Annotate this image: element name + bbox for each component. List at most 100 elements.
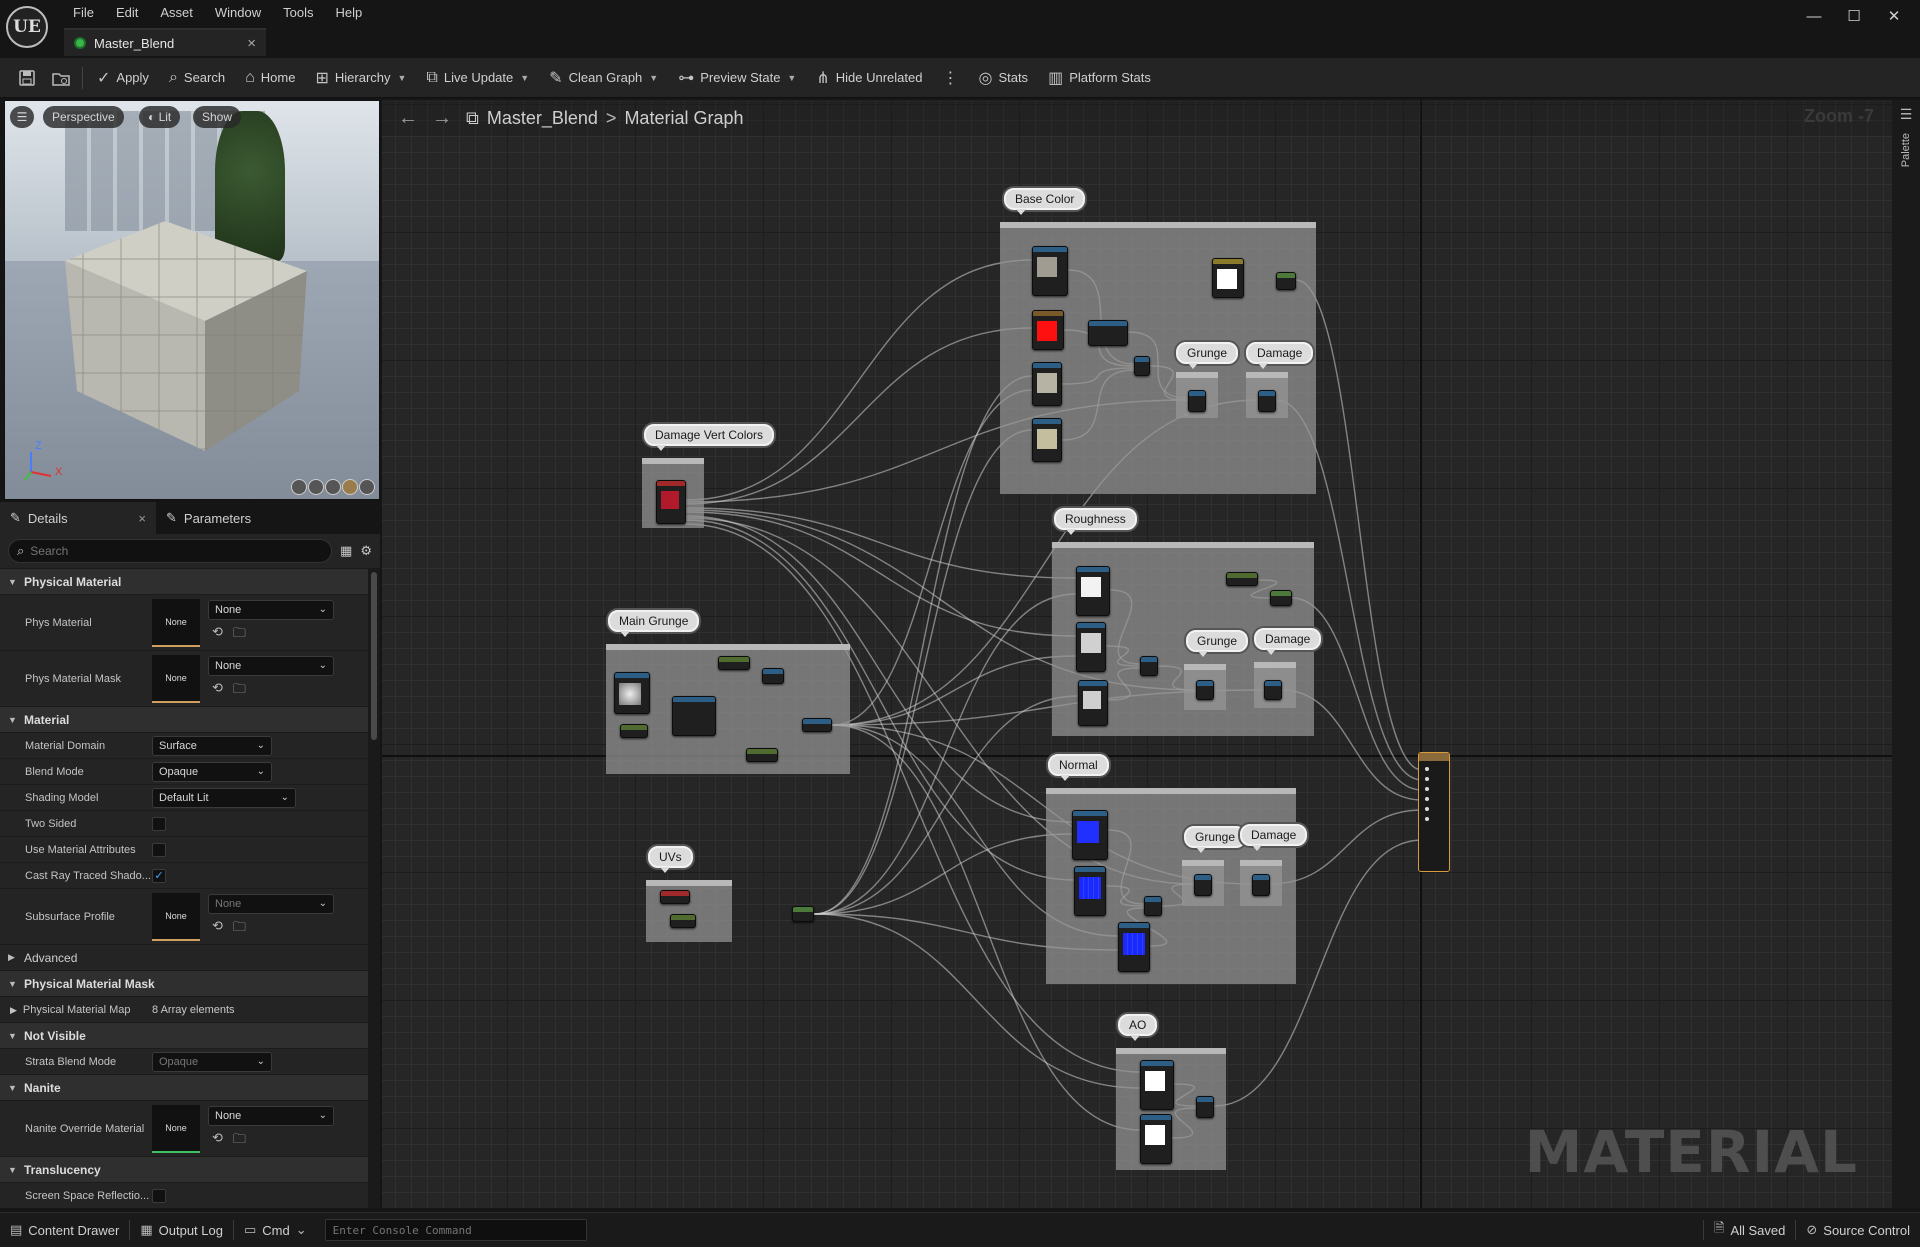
lerp-node[interactable]	[1258, 390, 1276, 412]
perspective-button[interactable]: Perspective	[43, 106, 124, 128]
comment-bubble-grunge[interactable]: Grunge	[1184, 826, 1247, 853]
reset-arrow-icon[interactable]: ⟲	[212, 624, 223, 646]
menu-window[interactable]: Window	[204, 4, 272, 22]
reset-arrow-icon[interactable]: ⟲	[212, 918, 223, 940]
output-reroute-node[interactable]	[1276, 272, 1296, 290]
category-physical-material[interactable]: ▼ Physical Material	[0, 568, 368, 594]
back-arrow-icon[interactable]: ←	[398, 107, 418, 130]
material-graph-canvas[interactable]: Base Color Damage Vert Colors Main Grung…	[382, 100, 1892, 1208]
scalar-parameter-node[interactable]	[620, 724, 648, 738]
menu-asset[interactable]: Asset	[149, 4, 204, 22]
browse-folder-icon[interactable]: 🗀	[233, 680, 246, 702]
lerp-node[interactable]	[1196, 680, 1214, 700]
lit-button[interactable]: ◐ Lit	[139, 106, 181, 128]
comment-bubble-damage-vert-colors[interactable]: Damage Vert Colors	[644, 424, 775, 451]
vector-parameter-node[interactable]	[1212, 258, 1244, 298]
apply-button[interactable]: ✓ Apply	[87, 63, 159, 93]
scalar-parameter-node[interactable]	[718, 656, 750, 670]
lerp-node[interactable]	[1134, 356, 1150, 376]
normal-texture-sample-node[interactable]	[1118, 922, 1150, 972]
comment-bubble-main-grunge[interactable]: Main Grunge	[608, 610, 700, 637]
lerp-node[interactable]	[1188, 390, 1206, 412]
normal-texture-sample-node[interactable]	[1072, 810, 1108, 860]
forward-arrow-icon[interactable]: →	[432, 107, 452, 130]
browse-folder-icon[interactable]: 🗀	[233, 1130, 246, 1152]
show-button[interactable]: Show	[193, 106, 242, 128]
subsurface-profile-combo[interactable]: None ⌄	[208, 893, 334, 914]
sphere-shape-icon[interactable]	[308, 479, 324, 495]
output-log-button[interactable]: ▦ Output Log	[130, 1213, 233, 1247]
lerp-node[interactable]	[1140, 656, 1158, 676]
clean-graph-button[interactable]: ✎ Clean Graph ▼	[539, 63, 668, 93]
multiply-node[interactable]	[1088, 320, 1128, 346]
comment-bubble-base-color[interactable]: Base Color	[1004, 188, 1086, 215]
texture-sample-node[interactable]	[1140, 1114, 1172, 1164]
output-reroute-node[interactable]	[1270, 590, 1292, 606]
lerp-node[interactable]	[1196, 1096, 1214, 1118]
normal-texture-sample-node[interactable]	[1074, 866, 1106, 916]
content-drawer-button[interactable]: ▤ Content Drawer	[0, 1213, 129, 1247]
nanite-override-combo[interactable]: None ⌄	[208, 1105, 334, 1126]
search-button[interactable]: ⌕ Search	[159, 63, 235, 93]
texcoord-node[interactable]	[660, 890, 690, 904]
graph-wire[interactable]	[685, 507, 1077, 579]
settings-gear-icon[interactable]: ⚙	[360, 543, 372, 559]
close-tab-icon[interactable]: ×	[138, 511, 146, 526]
input-pin[interactable]	[1425, 817, 1429, 821]
asset-thumbnail[interactable]: None	[152, 598, 200, 647]
lerp-node[interactable]	[1264, 680, 1282, 700]
breadcrumb-asset[interactable]: Master_Blend	[487, 108, 598, 129]
scalar-parameter-node[interactable]	[670, 914, 696, 928]
multiply-node[interactable]	[792, 906, 814, 922]
scrollbar-thumb[interactable]	[371, 572, 377, 740]
texture-sample-node[interactable]	[1140, 1060, 1174, 1110]
hierarchy-button[interactable]: ⊞ Hierarchy ▼	[305, 63, 416, 93]
comment-bubble-ao[interactable]: AO	[1118, 1014, 1158, 1041]
palette-tab[interactable]: Palette	[1900, 133, 1912, 167]
menu-edit[interactable]: Edit	[105, 4, 149, 22]
input-pin[interactable]	[1425, 797, 1429, 801]
shading-model-combo[interactable]: Default Lit ⌄	[152, 787, 296, 808]
preview-viewport[interactable]: ☰ Perspective ◐ Lit Show Z X	[4, 100, 380, 500]
texture-sample-node[interactable]	[614, 672, 650, 714]
preview-state-button[interactable]: ⊶ Preview State ▼	[668, 63, 806, 93]
material-domain-combo[interactable]: Surface ⌄	[152, 735, 272, 756]
texture-sample-node[interactable]	[1032, 418, 1062, 462]
texture-sample-node[interactable]	[1032, 246, 1068, 296]
comment-box-uvs[interactable]	[646, 880, 732, 942]
console-command-input[interactable]	[324, 1219, 587, 1241]
use-material-attributes-checkbox[interactable]	[152, 842, 166, 857]
multiply-node[interactable]	[802, 718, 832, 732]
all-saved-button[interactable]: 🗎 All Saved	[1704, 1213, 1795, 1247]
comment-bubble-normal[interactable]: Normal	[1048, 754, 1109, 781]
source-control-button[interactable]: ⊘ Source Control	[1796, 1213, 1920, 1247]
blend-mode-combo[interactable]: Opaque ⌄	[152, 761, 272, 782]
unreal-logo-icon[interactable]: UE	[6, 6, 48, 48]
menu-tools[interactable]: Tools	[272, 4, 324, 22]
tab-parameters[interactable]: ✎ Parameters	[156, 502, 261, 534]
phys-material-combo[interactable]: None ⌄	[208, 599, 334, 620]
graph-wire[interactable]	[685, 511, 1077, 637]
close-window-button[interactable]: ✕	[1874, 4, 1914, 30]
minimize-button[interactable]: —	[1794, 4, 1834, 30]
maximize-button[interactable]: ☐	[1834, 4, 1874, 30]
hide-unrelated-button[interactable]: ⋔ Hide Unrelated	[806, 63, 932, 93]
reset-arrow-icon[interactable]: ⟲	[212, 680, 223, 702]
add-node[interactable]	[762, 668, 784, 684]
details-search-input[interactable]	[30, 544, 271, 558]
close-tab-icon[interactable]: ×	[247, 35, 256, 52]
input-pin[interactable]	[1425, 767, 1429, 771]
lerp-node[interactable]	[1194, 874, 1212, 896]
property-label[interactable]: ▶ Physical Material Map	[0, 1004, 152, 1016]
cube-shape-icon[interactable]	[342, 479, 358, 495]
stats-button[interactable]: ◎ Stats	[968, 63, 1038, 93]
graph-wire[interactable]	[813, 593, 1077, 915]
more-options-button[interactable]: ⋮	[932, 63, 968, 93]
comment-bubble-damage[interactable]: Damage	[1240, 824, 1308, 851]
scalar-parameter-node[interactable]	[746, 748, 778, 762]
details-scrollbar[interactable]	[368, 568, 380, 1208]
texture-sample-node[interactable]	[1032, 362, 1062, 406]
browse-icon[interactable]	[44, 63, 78, 93]
input-pin[interactable]	[1425, 807, 1429, 811]
asset-thumbnail[interactable]: None	[152, 1104, 200, 1153]
